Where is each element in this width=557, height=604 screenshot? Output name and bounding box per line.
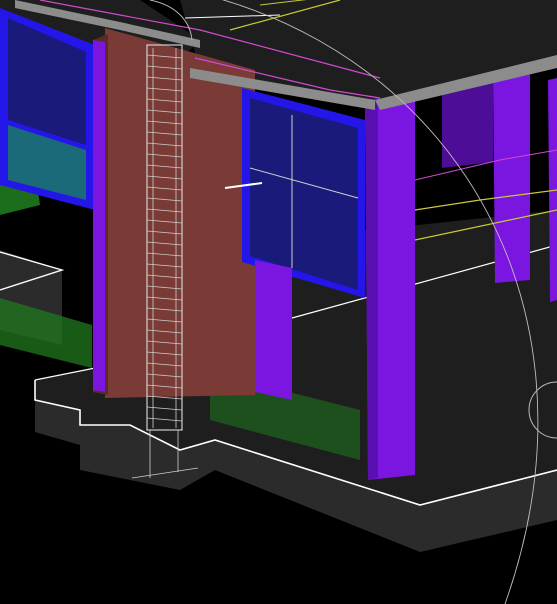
column-right	[493, 70, 530, 283]
model-viewport[interactable]	[0, 0, 557, 604]
column-left	[93, 40, 105, 392]
scene-canvas[interactable]	[0, 0, 557, 604]
column-center-left	[255, 260, 292, 400]
